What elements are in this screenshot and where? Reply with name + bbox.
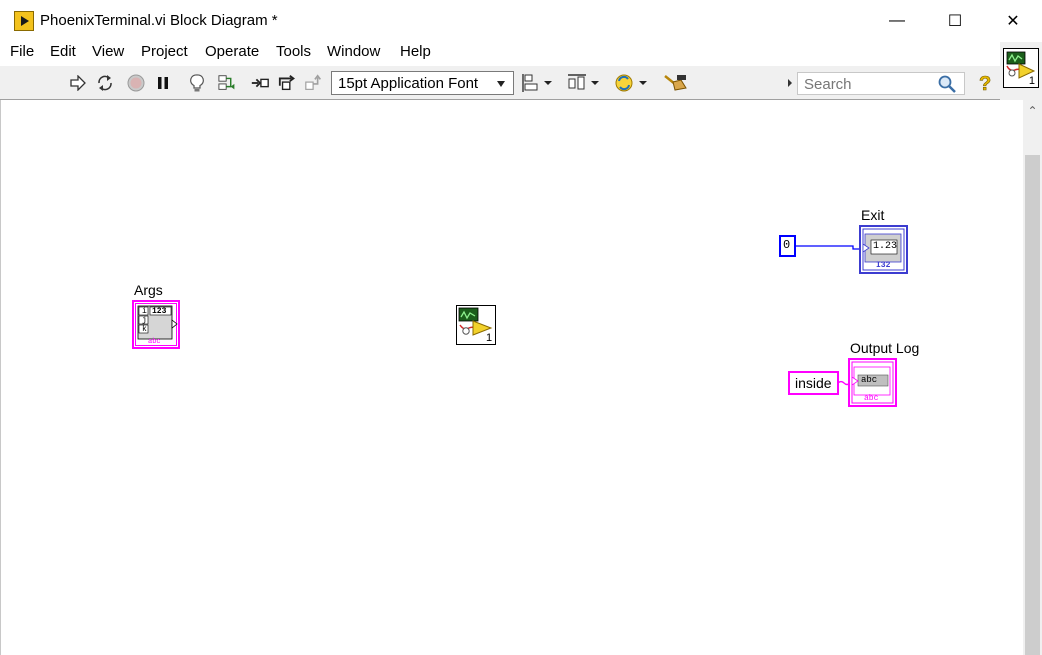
- menu-view[interactable]: View: [92, 43, 124, 60]
- distribute-objects-icon[interactable]: [567, 73, 601, 93]
- search-icon[interactable]: [937, 74, 957, 99]
- scrollbar-thumb[interactable]: [1025, 155, 1040, 655]
- retain-wire-values-icon[interactable]: [218, 73, 238, 93]
- clean-up-diagram-icon[interactable]: [662, 73, 690, 93]
- maximize-button[interactable]: ☐: [926, 0, 984, 42]
- menu-operate[interactable]: Operate: [205, 43, 259, 60]
- search-box: [797, 72, 965, 95]
- scroll-up-arrow-icon[interactable]: ⌃: [1023, 104, 1042, 118]
- minimize-button[interactable]: —: [868, 0, 926, 42]
- exit-constant-value: 0: [783, 238, 791, 252]
- args-index-j: j: [142, 316, 147, 325]
- output-log-indicator[interactable]: abc abc: [848, 358, 898, 413]
- search-options-arrow-icon[interactable]: [785, 73, 795, 93]
- args-index-k: k: [142, 325, 147, 334]
- args-index-i: i: [142, 307, 147, 316]
- run-arrow-icon[interactable]: [68, 73, 88, 93]
- menu-file[interactable]: File: [10, 43, 34, 60]
- align-objects-icon[interactable]: [522, 73, 554, 93]
- subvi-node[interactable]: 1: [456, 305, 497, 351]
- vertical-scrollbar[interactable]: ⌃: [1023, 100, 1042, 655]
- vi-icon[interactable]: 1: [1003, 48, 1039, 88]
- menu-bar: File Edit View Project Operate Tools Win…: [0, 42, 1000, 64]
- menu-tools[interactable]: Tools: [276, 43, 311, 60]
- menu-edit[interactable]: Edit: [50, 43, 76, 60]
- args-type-text: 123: [152, 307, 167, 316]
- svg-text:?: ?: [979, 73, 991, 94]
- args-terminal[interactable]: i j k 123 abc: [132, 300, 182, 355]
- exit-label: Exit: [861, 207, 885, 223]
- close-button[interactable]: ✕: [984, 0, 1042, 42]
- context-help-icon[interactable]: ?: [974, 73, 996, 94]
- menu-project[interactable]: Project: [141, 43, 188, 60]
- font-select-value: 15pt Application Font: [338, 75, 479, 92]
- labview-app-icon: [14, 11, 34, 31]
- run-continuously-icon[interactable]: [95, 73, 115, 93]
- output-log-constant-value: inside: [795, 375, 832, 391]
- exit-datatype-footer: I32: [876, 261, 891, 270]
- pause-icon[interactable]: [153, 73, 173, 93]
- step-out-icon[interactable]: [304, 73, 324, 93]
- title-bar: PhoenixTerminal.vi Block Diagram * — ☐ ✕: [0, 0, 1042, 42]
- abort-icon[interactable]: [126, 73, 146, 93]
- exit-indicator-text: 1.23: [873, 241, 898, 252]
- window-title: PhoenixTerminal.vi Block Diagram *: [40, 12, 278, 29]
- output-log-label: Output Log: [850, 340, 920, 356]
- subvi-badge: 1: [486, 332, 493, 344]
- font-select[interactable]: 15pt Application Font: [331, 71, 514, 95]
- step-over-icon[interactable]: [278, 73, 298, 93]
- reorder-icon[interactable]: [613, 73, 649, 93]
- output-log-constant[interactable]: inside: [788, 371, 839, 395]
- args-label: Args: [134, 282, 163, 298]
- menu-window[interactable]: Window: [327, 43, 380, 60]
- exit-indicator[interactable]: 1.23 I32: [859, 225, 909, 280]
- step-into-icon[interactable]: [250, 73, 270, 93]
- menu-help[interactable]: Help: [400, 43, 431, 60]
- args-datatype-footer: abc: [148, 338, 161, 346]
- exit-constant[interactable]: 0: [779, 235, 796, 257]
- output-log-datatype-footer: abc: [864, 394, 879, 403]
- chevron-down-icon: [497, 81, 505, 87]
- output-log-indicator-text: abc: [861, 375, 878, 385]
- vi-icon-badge: 1: [1028, 75, 1035, 87]
- search-input[interactable]: [804, 75, 932, 93]
- numeric-wire[interactable]: [795, 238, 865, 254]
- toolbar: 15pt Application Font ?: [0, 66, 1000, 100]
- highlight-execution-icon[interactable]: [187, 73, 207, 93]
